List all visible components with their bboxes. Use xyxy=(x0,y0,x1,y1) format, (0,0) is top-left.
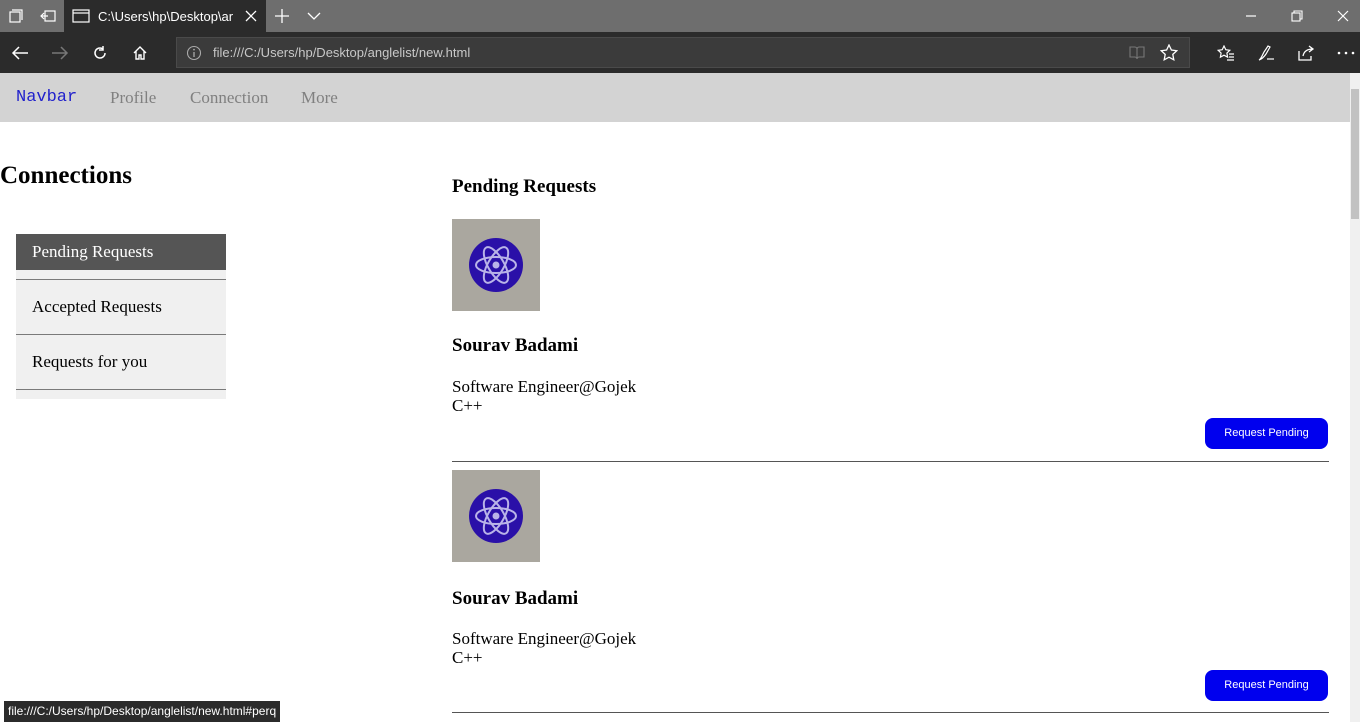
tab-title: C:\Users\hp\Desktop\ar xyxy=(98,8,234,24)
browser-tab-bar: C:\Users\hp\Desktop\ar xyxy=(0,0,1360,32)
sidebar-item-label: Requests for you xyxy=(32,352,148,371)
request-pending-button[interactable]: Request Pending xyxy=(1205,418,1328,449)
set-tabs-aside-icon[interactable] xyxy=(32,0,64,32)
back-arrow-icon[interactable] xyxy=(0,36,40,69)
section-title: Pending Requests xyxy=(452,176,597,197)
forward-arrow-icon[interactable] xyxy=(40,36,80,69)
home-icon[interactable] xyxy=(120,36,160,69)
close-tab-icon[interactable] xyxy=(244,9,258,23)
page-icon xyxy=(72,9,90,23)
web-note-icon[interactable] xyxy=(1246,36,1286,69)
refresh-icon[interactable] xyxy=(80,36,120,69)
close-window-icon[interactable] xyxy=(1320,0,1360,32)
connection-name: Sourav Badami xyxy=(452,588,579,609)
page-scrollbar[interactable] xyxy=(1350,73,1360,722)
nav-link-connection[interactable]: Connection xyxy=(190,88,268,108)
connection-card: Sourav Badami Software Engineer@Gojek C+… xyxy=(452,470,1329,713)
navbar: Navbar Profile Connection More xyxy=(0,73,1350,122)
favorite-star-icon[interactable] xyxy=(1159,43,1179,63)
status-bar-url: file:///C:/Users/hp/Desktop/anglelist/ne… xyxy=(4,701,281,722)
url-text[interactable]: file:///C:/Users/hp/Desktop/anglelist/ne… xyxy=(213,45,470,60)
connection-name: Sourav Badami xyxy=(452,335,579,356)
connection-skill: C++ xyxy=(452,648,483,667)
restore-icon[interactable] xyxy=(1274,0,1320,32)
new-tab-icon[interactable] xyxy=(266,0,298,32)
tab-preview-chevron-icon[interactable] xyxy=(298,0,330,32)
sidebar-item-requests-for-you[interactable]: Requests for you xyxy=(16,335,226,390)
request-pending-button[interactable]: Request Pending xyxy=(1205,670,1328,701)
address-bar[interactable]: file:///C:/Users/hp/Desktop/anglelist/ne… xyxy=(176,37,1190,68)
nav-link-profile[interactable]: Profile xyxy=(110,88,156,108)
sidebar-item-label: Accepted Requests xyxy=(32,297,162,316)
page-title: Connections xyxy=(0,162,132,189)
tab-actions-icon[interactable] xyxy=(0,0,32,32)
react-atom-icon xyxy=(452,219,540,311)
navbar-brand[interactable]: Navbar xyxy=(16,88,77,107)
site-info-icon[interactable] xyxy=(186,45,202,61)
connection-role: Software Engineer@Gojek xyxy=(452,629,637,648)
nav-link-more[interactable]: More xyxy=(301,88,338,108)
connection-card: Sourav Badami Software Engineer@Gojek C+… xyxy=(452,219,1329,462)
sidebar-divider xyxy=(16,270,226,280)
active-tab[interactable]: C:\Users\hp\Desktop\ar xyxy=(64,0,266,32)
sidebar: Pending Requests Accepted Requests Reque… xyxy=(16,234,226,399)
sidebar-item-pending-requests[interactable]: Pending Requests xyxy=(16,234,226,270)
share-icon[interactable] xyxy=(1286,36,1326,69)
favorites-list-icon[interactable] xyxy=(1206,36,1246,69)
scrollbar-thumb[interactable] xyxy=(1351,89,1359,219)
react-atom-icon xyxy=(452,470,540,562)
connection-skill: C++ xyxy=(452,396,483,415)
sidebar-item-label: Pending Requests xyxy=(32,242,154,261)
minimize-icon[interactable] xyxy=(1228,0,1274,32)
reading-view-icon[interactable] xyxy=(1127,43,1147,63)
more-options-icon[interactable] xyxy=(1326,36,1360,69)
sidebar-item-accepted-requests[interactable]: Accepted Requests xyxy=(16,280,226,335)
connection-role: Software Engineer@Gojek xyxy=(452,377,637,396)
